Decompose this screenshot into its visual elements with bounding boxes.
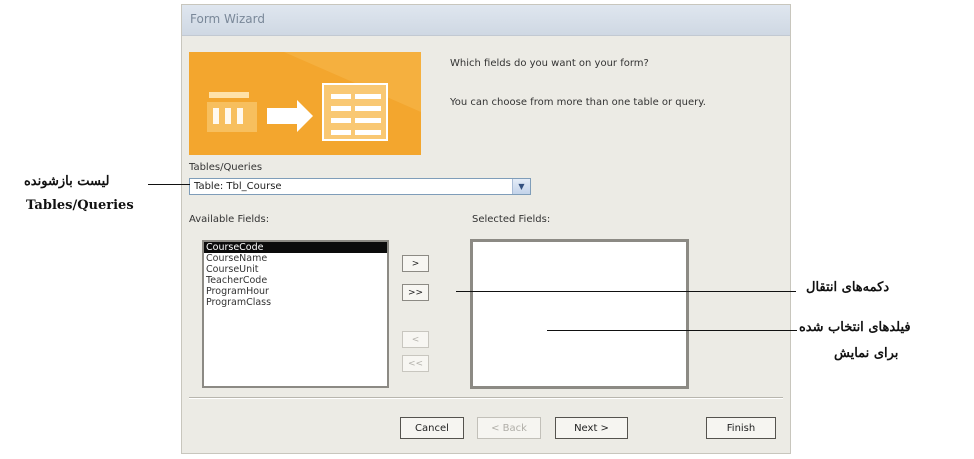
move-all-right-button[interactable]: >> — [402, 284, 429, 301]
wizard-hint: You can choose from more than one table … — [450, 97, 706, 108]
wizard-banner-image — [189, 52, 421, 155]
move-one-right-button[interactable]: > — [402, 255, 429, 272]
list-item[interactable]: CourseName — [204, 253, 387, 264]
annotation-selected-fields: فیلدهای انتخاب شده — [799, 320, 911, 335]
list-item[interactable]: ProgramClass — [204, 297, 387, 308]
back-button[interactable]: < Back — [477, 417, 541, 439]
tables-queries-label: Tables/Queries — [189, 162, 263, 173]
move-all-left-button[interactable]: << — [402, 355, 429, 372]
annotation-combo-label-2: Tables/Queries — [26, 198, 134, 213]
move-one-left-button[interactable]: < — [402, 331, 429, 348]
finish-button[interactable]: Finish — [706, 417, 776, 439]
callout-line-combo — [148, 184, 190, 185]
cancel-button[interactable]: Cancel — [400, 417, 464, 439]
selected-fields-label: Selected Fields: — [472, 214, 551, 225]
selected-fields-list[interactable] — [470, 239, 689, 389]
title-bar: Form Wizard — [182, 5, 790, 36]
list-item[interactable]: ProgramHour — [204, 286, 387, 297]
dialog-title: Form Wizard — [190, 12, 265, 26]
wizard-question: Which fields do you want on your form? — [450, 58, 649, 69]
form-illustration-icon — [189, 52, 421, 155]
annotation-move-buttons: دکمه‌های انتقال — [806, 280, 890, 295]
annotation-combo-label: لیست بازشونده — [24, 174, 110, 189]
available-fields-list[interactable]: CourseCode CourseName CourseUnit Teacher… — [202, 240, 389, 388]
form-wizard-dialog: Form Wizard Which fields do you want on … — [181, 4, 791, 454]
list-item[interactable]: CourseUnit — [204, 264, 387, 275]
tables-queries-value: Table: Tbl_Course — [194, 181, 282, 192]
list-item[interactable]: CourseCode — [204, 242, 387, 253]
divider — [189, 397, 783, 399]
list-item[interactable]: TeacherCode — [204, 275, 387, 286]
chevron-down-icon[interactable]: ▼ — [512, 179, 530, 194]
annotation-selected-fields-2: برای نمایش — [834, 346, 899, 361]
tables-queries-combo[interactable]: Table: Tbl_Course ▼ — [189, 178, 531, 195]
next-button[interactable]: Next > — [555, 417, 628, 439]
available-fields-label: Available Fields: — [189, 214, 270, 225]
callout-line-move-buttons — [456, 291, 796, 292]
callout-line-selected-fields — [547, 330, 797, 331]
